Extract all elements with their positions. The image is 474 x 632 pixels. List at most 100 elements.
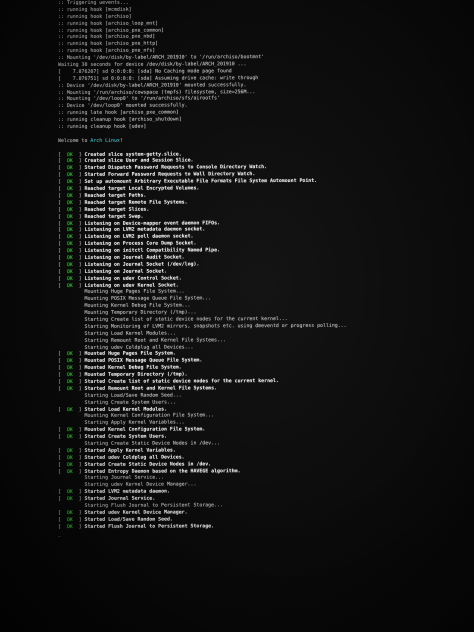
message-text: Started udev Kernel Device Manager. <box>84 509 188 516</box>
status-bracket-close: ] <box>72 378 85 385</box>
status-bracket-close: ] <box>72 151 85 158</box>
message-text: Started Create list of static device nod… <box>84 378 279 385</box>
message-text: Reached target Local Encrypted Volumes. <box>84 185 200 192</box>
message-text: Starting Load Kernel Modules... <box>84 330 176 337</box>
message-text: Started Load/Save Random Seed. <box>84 516 173 523</box>
status-bracket-close: ] <box>72 247 85 254</box>
status-bracket-close: ] <box>72 275 85 282</box>
message-text: Starting Create list of static device no… <box>84 315 288 323</box>
status-bracket-open: [ <box>58 241 67 248</box>
message-text: Listening on Journal Audit Socket. <box>84 254 185 261</box>
message-text: Starting Create System Users... <box>84 399 176 406</box>
status-bracket-open: [ <box>58 516 67 523</box>
message-text: Mounted Kernel Configuration File System… <box>84 426 206 434</box>
message-text: Started LVM2 metadata daemon. <box>84 488 170 496</box>
status-bracket-open: [ <box>58 199 67 206</box>
message-text: Started Apply Kernel Variables. <box>84 447 176 454</box>
message-text: Mounting Kernel Debug File System... <box>84 302 191 310</box>
message-text: Reached target Paths. <box>84 192 147 199</box>
status-bracket-open: [ <box>58 268 67 275</box>
status-bracket-close: ] <box>72 516 85 523</box>
status-bracket-close: ] <box>72 427 85 434</box>
status-bracket-close: ] <box>72 523 85 530</box>
status-bracket-close: ] <box>72 158 85 165</box>
status-bracket-open: [ <box>58 406 67 413</box>
status-bracket-open: [ <box>58 454 67 461</box>
status-bracket-open: [ <box>58 227 67 234</box>
status-bracket-open: [ <box>58 489 67 496</box>
status-bracket-open: [ <box>58 496 67 503</box>
status-bracket-close: ] <box>72 365 85 372</box>
status-bracket-close: ] <box>72 261 85 268</box>
status-bracket-close: ] <box>72 447 85 454</box>
message-text: Mounted Kernel Debug File System. <box>84 364 182 372</box>
welcome-prefix: Welcome to <box>58 137 91 144</box>
status-bracket-open: [ <box>58 275 67 282</box>
status-bracket-close: ] <box>72 179 85 186</box>
status-bracket-open: [ <box>58 365 67 372</box>
message-text: Started Flush Journal to Persistent Stor… <box>84 523 215 530</box>
message-text: Listening on Process Core Dump Socket. <box>84 240 197 248</box>
message-text: Started Load Kernel Modules. <box>84 406 167 413</box>
message-text: Mounted Huge Pages File System. <box>84 350 176 358</box>
message-text: Started Forward Password Requests to Wal… <box>84 171 256 179</box>
message-text: Listening on Journal Socket (/dev/log). <box>84 261 200 268</box>
message-text: Starting udev Kernel Device Manager... <box>84 481 197 489</box>
status-bracket-open: [ <box>58 220 67 227</box>
status-bracket-open: [ <box>58 385 67 392</box>
console-output: :: Triggering uevents...:: running hook … <box>58 0 468 537</box>
message-text: Started Create System Users. <box>84 433 167 440</box>
status-bracket-open: [ <box>58 248 67 255</box>
message-text: Started Remount Root and Kernel File Sys… <box>84 385 218 392</box>
status-bracket-close: ] <box>72 468 85 475</box>
status-bracket-open: [ <box>58 434 67 441</box>
status-bracket-close: ] <box>72 351 85 358</box>
status-bracket-close: ] <box>72 433 85 441</box>
message-text: Reached target Remote File Systems. <box>84 199 188 206</box>
message-text: Listening on LVM2 metadata daemon socket… <box>84 226 206 234</box>
message-text: Listening on Journal Socket. <box>84 268 167 275</box>
message-text: Listening on Device-mapper event daemon … <box>84 219 220 227</box>
status-bracket-close: ] <box>72 385 85 392</box>
message-text: Listening on LVM2 poll daemon socket. <box>84 233 194 241</box>
message-text: Mounted POSIX Message Queue File System. <box>84 357 203 365</box>
status-bracket-open: [ <box>58 282 67 289</box>
status-bracket-close: ] <box>72 254 85 261</box>
status-bracket-close: ] <box>72 496 85 503</box>
status-bracket-open: [ <box>58 427 67 434</box>
message-text: Listening on udev Kernel Socket. <box>84 281 179 289</box>
message-text: Listening on initctl Compatibility Named… <box>84 247 220 254</box>
status-bracket-open: [ <box>58 468 67 475</box>
status-bracket-open: [ <box>58 461 67 468</box>
status-bracket-open: [ <box>58 351 67 358</box>
terminal-screen: :: Triggering uevents...:: running hook … <box>0 0 474 632</box>
status-bracket-close: ] <box>72 206 85 213</box>
status-bracket-close: ] <box>72 227 85 234</box>
status-bracket-open: [ <box>58 261 67 268</box>
status-bracket-close: ] <box>72 172 85 179</box>
status-bracket-open: [ <box>58 186 67 193</box>
welcome-suffix: ! <box>119 137 123 144</box>
status-bracket-open: [ <box>58 206 67 213</box>
message-text: Starting Journal Service... <box>84 474 165 482</box>
status-bracket-close: ] <box>72 268 85 275</box>
status-bracket-close: ] <box>72 241 85 248</box>
message-text: Created slice system-getty.slice. <box>84 151 182 158</box>
message-text: Starting Apply Kernel Variables... <box>84 419 185 427</box>
status-bracket-close: ] <box>72 165 85 172</box>
message-text: Started Journal Service. <box>84 495 156 503</box>
status-bracket-open: [ <box>58 378 67 385</box>
message-text: Mounting Huge Pages File System... <box>84 288 185 296</box>
